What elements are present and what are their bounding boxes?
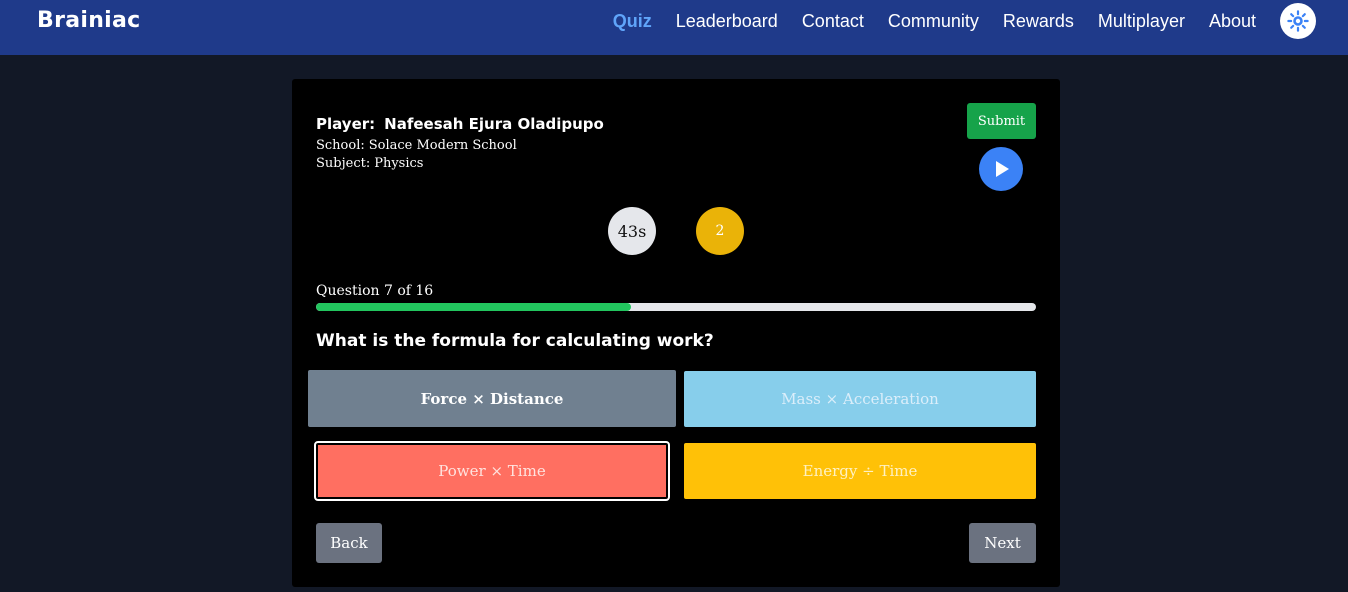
quiz-card: Player: Nafeesah Ejura Oladipupo School:…: [292, 79, 1060, 587]
submit-button[interactable]: Submit: [967, 103, 1036, 139]
answer-option-b[interactable]: Mass × Acceleration: [684, 371, 1036, 427]
subject-label: Subject:: [316, 156, 371, 171]
player-name: Nafeesah Ejura Oladipupo: [384, 115, 604, 133]
school-label: School:: [316, 138, 365, 153]
sun-icon: [1287, 10, 1309, 32]
next-button[interactable]: Next: [969, 523, 1036, 563]
play-button[interactable]: [979, 147, 1023, 191]
nav-item-multiplayer[interactable]: Multiplayer: [1098, 11, 1185, 32]
nav-item-leaderboard[interactable]: Leaderboard: [676, 11, 778, 32]
question-text: What is the formula for calculating work…: [316, 331, 714, 351]
nav-item-rewards[interactable]: Rewards: [1003, 11, 1074, 32]
subject-name: Physics: [374, 156, 424, 171]
nav-item-contact[interactable]: Contact: [802, 11, 864, 32]
navbar: Brainiac Quiz Leaderboard Contact Commun…: [0, 0, 1348, 55]
nav-links: Quiz Leaderboard Contact Community Rewar…: [613, 11, 1256, 32]
theme-toggle-button[interactable]: [1280, 3, 1316, 39]
player-label: Player:: [316, 115, 376, 133]
brand-logo[interactable]: Brainiac: [37, 8, 141, 33]
timer-badge: 43s: [608, 207, 656, 255]
player-info: Player: Nafeesah Ejura Oladipupo School:…: [316, 115, 604, 171]
progress-bar: [316, 303, 1036, 311]
back-button[interactable]: Back: [316, 523, 382, 563]
nav-item-about[interactable]: About: [1209, 11, 1256, 32]
answer-option-a[interactable]: Force × Distance: [308, 370, 676, 427]
subject-line: Subject: Physics: [316, 156, 604, 171]
play-icon: [996, 161, 1009, 177]
progress-label: Question 7 of 16: [316, 283, 434, 299]
player-name-line: Player: Nafeesah Ejura Oladipupo: [316, 115, 604, 133]
answer-option-d[interactable]: Energy ÷ Time: [684, 443, 1036, 499]
progress-fill: [316, 303, 631, 311]
school-name: Solace Modern School: [368, 138, 517, 153]
nav-item-community[interactable]: Community: [888, 11, 979, 32]
school-line: School: Solace Modern School: [316, 138, 604, 153]
answer-option-c[interactable]: Power × Time: [314, 441, 670, 501]
score-badge: 2: [696, 207, 744, 255]
nav-item-quiz[interactable]: Quiz: [613, 11, 652, 32]
